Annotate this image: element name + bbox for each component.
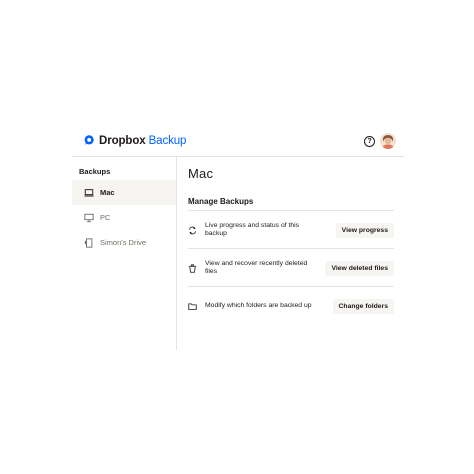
trash-icon bbox=[188, 263, 197, 273]
dropbox-logo-icon bbox=[84, 135, 94, 146]
list-item-folders: Modify which folders are backed up Chang… bbox=[188, 288, 394, 324]
sidebar-item-label: PC bbox=[100, 213, 111, 222]
sidebar-item-pc[interactable]: PC bbox=[72, 205, 176, 230]
laptop-icon bbox=[84, 188, 94, 196]
dropbox-backup-logo[interactable]: Dropbox Backup bbox=[82, 134, 186, 147]
view-deleted-files-button[interactable]: View deleted files bbox=[325, 260, 394, 276]
main-panel: Mac Manage Backups Live progress and sta… bbox=[177, 157, 404, 350]
page-title: Mac bbox=[188, 166, 214, 181]
help-icon[interactable]: ? bbox=[364, 136, 375, 147]
section-title: Manage Backups bbox=[188, 197, 254, 206]
sidebar-item-mac[interactable]: Mac bbox=[72, 180, 176, 205]
row-description: View and recover recently deleted files bbox=[205, 259, 308, 276]
brand-name: Dropbox bbox=[99, 134, 146, 147]
list-item-progress: Live progress and status of this backup … bbox=[188, 212, 394, 248]
avatar[interactable] bbox=[380, 133, 396, 149]
row-description: Live progress and status of this backup bbox=[205, 221, 300, 238]
sidebar: Backups Mac PC Simon's Drive bbox=[72, 157, 177, 350]
product-name: Backup bbox=[148, 134, 187, 147]
divider bbox=[188, 210, 394, 211]
external-drive-icon bbox=[84, 237, 93, 248]
folder-icon bbox=[188, 302, 197, 310]
list-item-deleted: View and recover recently deleted files … bbox=[188, 250, 394, 286]
backup-window: Dropbox Backup ? Backups Mac PC Simon's … bbox=[72, 124, 404, 350]
desktop-icon bbox=[84, 213, 94, 222]
sidebar-item-label: Mac bbox=[100, 188, 115, 197]
view-progress-button[interactable]: View progress bbox=[335, 222, 394, 238]
row-description: Modify which folders are backed up bbox=[205, 301, 312, 309]
sidebar-title: Backups bbox=[79, 167, 111, 176]
user-avatar-icon bbox=[380, 133, 396, 149]
divider bbox=[188, 286, 394, 287]
divider bbox=[188, 248, 394, 249]
sync-icon bbox=[189, 226, 196, 234]
app-header: Dropbox Backup ? bbox=[72, 124, 404, 157]
sidebar-item-label: Simon's Drive bbox=[100, 238, 147, 247]
change-folders-button[interactable]: Change folders bbox=[332, 298, 394, 314]
sidebar-item-simons-drive[interactable]: Simon's Drive bbox=[72, 230, 176, 255]
